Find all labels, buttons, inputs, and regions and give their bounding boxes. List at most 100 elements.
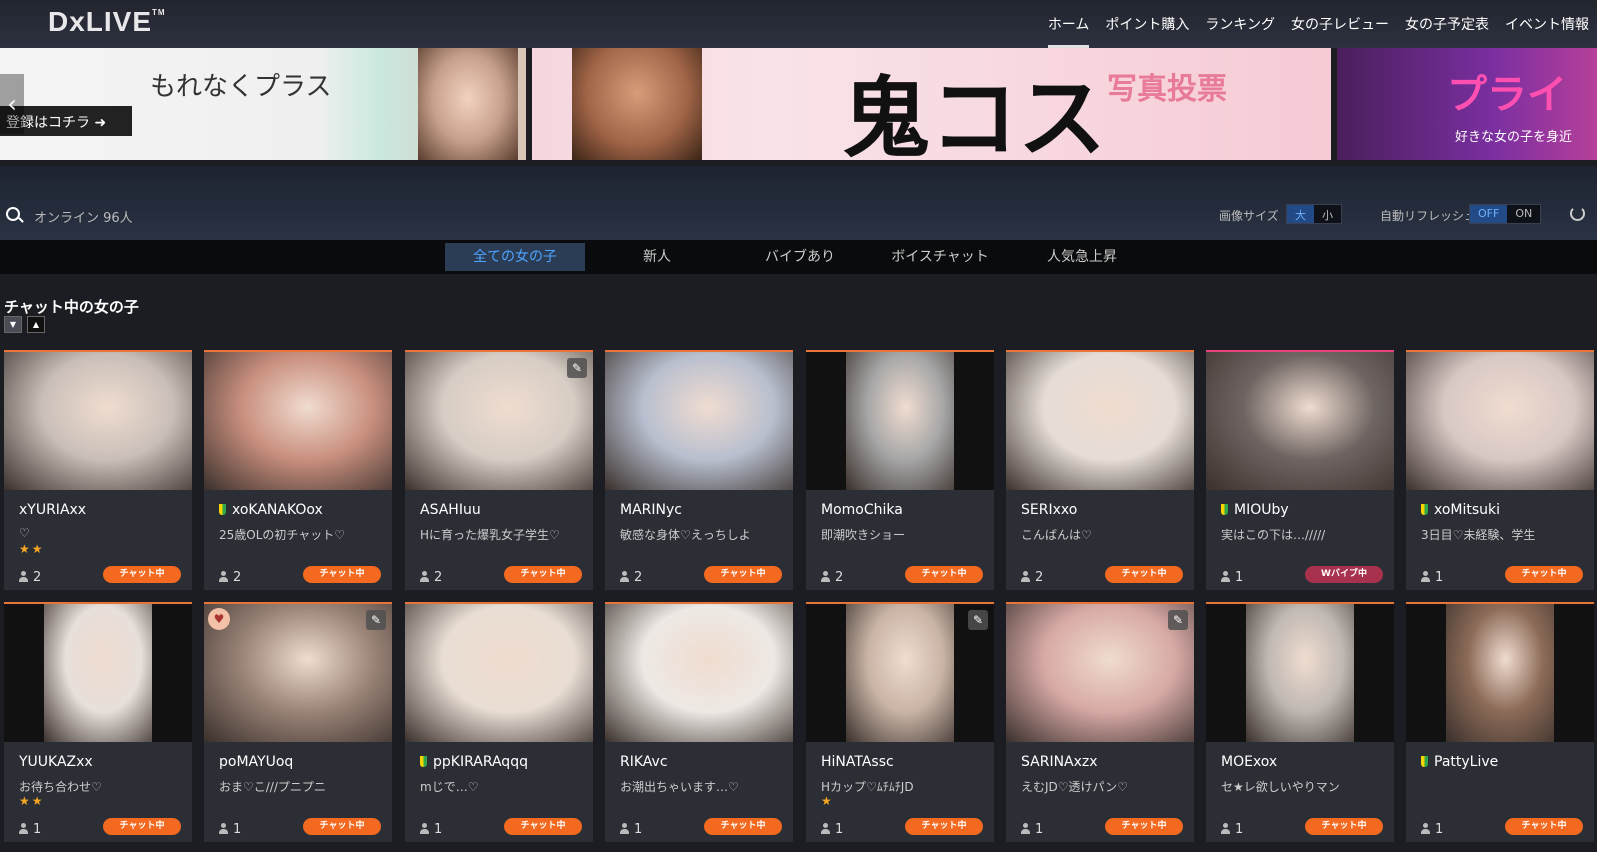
nav-ranking[interactable]: ランキング bbox=[1197, 0, 1283, 48]
performer-description: えむJD♡透けパン♡ bbox=[1021, 780, 1128, 794]
performer-name[interactable]: HiNATAssc bbox=[821, 754, 894, 770]
performer-description: 実はこの下は…///// bbox=[1221, 528, 1326, 542]
performer-description: セ★レ欲しいやりマン bbox=[1221, 780, 1340, 794]
performer-thumbnail[interactable] bbox=[605, 352, 793, 490]
performer-photo bbox=[405, 352, 593, 490]
performer-name[interactable]: SARINAxzx bbox=[1021, 754, 1098, 770]
tab-new[interactable]: 新人 bbox=[587, 243, 727, 271]
performer-name[interactable]: ASAHIuu bbox=[420, 502, 481, 518]
tab-all[interactable]: 全ての女の子 bbox=[445, 243, 585, 271]
performer-card[interactable]: xYURIAxx ♡ ★★ 2 チャット中 bbox=[4, 350, 192, 590]
sort-down-icon[interactable]: ▼ bbox=[4, 316, 22, 333]
nav-events[interactable]: イベント情報 bbox=[1497, 0, 1597, 48]
performer-thumbnail[interactable] bbox=[405, 604, 593, 742]
performer-name-text: PattyLive bbox=[1434, 754, 1499, 770]
auto-refresh-on[interactable]: ON bbox=[1507, 205, 1540, 223]
performer-name[interactable]: xYURIAxx bbox=[19, 502, 86, 518]
viewer-count-text: 1 bbox=[434, 822, 443, 837]
banner-signup[interactable]: もれなくプラス 登録はコチラ ➜ ‹ bbox=[0, 48, 526, 160]
performer-name[interactable]: MomoChika bbox=[821, 502, 903, 518]
performer-thumbnail[interactable] bbox=[1406, 604, 1594, 742]
performer-card[interactable]: ✎ SARINAxzx えむJD♡透けパン♡ 1 チャット中 bbox=[1006, 602, 1194, 842]
performer-card[interactable]: xoKANAKOox 25歳OLの初チャット♡ 2 チャット中 bbox=[204, 350, 392, 590]
performer-card[interactable]: xoMitsuki 3日目♡未経験、学生 1 チャット中 bbox=[1406, 350, 1594, 590]
viewer-count: 1 bbox=[1221, 570, 1243, 585]
performer-card[interactable]: YUUKAZxx お待ち合わせ♡ ★★ 1 チャット中 bbox=[4, 602, 192, 842]
viewer-count: 1 bbox=[219, 822, 241, 837]
person-icon bbox=[19, 823, 28, 834]
image-size-toggle[interactable]: 大 小 bbox=[1286, 204, 1342, 224]
performer-name[interactable]: MIOUby bbox=[1221, 502, 1289, 518]
performer-description: 3日目♡未経験、学生 bbox=[1421, 528, 1536, 542]
image-size-large[interactable]: 大 bbox=[1287, 205, 1314, 223]
performer-card[interactable]: MIOUby 実はこの下は…///// 1 Wバイブ中 bbox=[1206, 350, 1394, 590]
performer-card[interactable]: MomoChika 即潮吹きショー 2 チャット中 bbox=[806, 350, 994, 590]
sort-up-icon[interactable]: ▲ bbox=[27, 316, 45, 333]
performer-name[interactable]: xoKANAKOox bbox=[219, 502, 323, 518]
beginner-mark-icon bbox=[219, 504, 226, 515]
tab-voice-chat[interactable]: ボイスチャット bbox=[870, 243, 1010, 271]
performer-thumbnail[interactable] bbox=[1406, 352, 1594, 490]
performer-thumbnail[interactable] bbox=[4, 352, 192, 490]
nav-home[interactable]: ホーム bbox=[1040, 0, 1098, 48]
performer-thumbnail[interactable] bbox=[1206, 352, 1394, 490]
search-icon[interactable] bbox=[6, 207, 20, 221]
carousel-prev-icon[interactable]: ‹ bbox=[0, 74, 24, 134]
performer-card[interactable]: MOExox セ★レ欲しいやりマン 1 チャット中 bbox=[1206, 602, 1394, 842]
banner-signup-text: もれなくプラス bbox=[150, 72, 332, 102]
performer-thumbnail[interactable]: ✎ bbox=[806, 604, 994, 742]
performer-name[interactable]: xoMitsuki bbox=[1421, 502, 1500, 518]
refresh-icon[interactable] bbox=[1570, 206, 1585, 221]
viewer-count-text: 1 bbox=[1435, 822, 1444, 837]
nav-buy-points[interactable]: ポイント購入 bbox=[1097, 0, 1197, 48]
performer-card[interactable]: ppKIRARAqqq mじで…♡ 1 チャット中 bbox=[405, 602, 593, 842]
performer-name[interactable]: YUUKAZxx bbox=[19, 754, 93, 770]
performer-thumbnail[interactable]: ✎ ♥ bbox=[204, 604, 392, 742]
pen-icon: ✎ bbox=[567, 358, 587, 378]
performer-card[interactable]: SERIxxo こんばんは♡ 2 チャット中 bbox=[1006, 350, 1194, 590]
performer-thumbnail[interactable] bbox=[4, 604, 192, 742]
performer-photo bbox=[605, 604, 793, 742]
performer-thumbnail[interactable] bbox=[1206, 604, 1394, 742]
performer-card[interactable]: RIKAvc お潮出ちゃいます…♡ 1 チャット中 bbox=[605, 602, 793, 842]
performer-description: Hに育った爆乳女子学生♡ bbox=[420, 528, 560, 542]
performer-thumbnail[interactable] bbox=[605, 604, 793, 742]
performer-name-text: MOExox bbox=[1221, 754, 1278, 770]
performer-name[interactable]: poMAYUoq bbox=[219, 754, 293, 770]
beginner-mark-icon bbox=[1421, 756, 1428, 767]
performer-thumbnail[interactable] bbox=[1006, 352, 1194, 490]
image-size-small[interactable]: 小 bbox=[1314, 205, 1341, 223]
tab-vibe[interactable]: バイブあり bbox=[730, 243, 870, 271]
performer-name[interactable]: ppKIRARAqqq bbox=[420, 754, 528, 770]
performer-thumbnail[interactable] bbox=[806, 352, 994, 490]
viewer-count: 2 bbox=[620, 570, 642, 585]
performer-name[interactable]: SERIxxo bbox=[1021, 502, 1077, 518]
rating-stars: ★★ bbox=[19, 794, 45, 808]
performer-card[interactable]: ✎ ASAHIuu Hに育った爆乳女子学生♡ 2 チャット中 bbox=[405, 350, 593, 590]
nav-reviews[interactable]: 女の子レビュー bbox=[1283, 0, 1397, 48]
person-icon bbox=[19, 571, 28, 582]
performer-card[interactable]: MARINyc 敏感な身体♡えっちしよ 2 チャット中 bbox=[605, 350, 793, 590]
performer-name[interactable]: MOExox bbox=[1221, 754, 1277, 770]
person-icon bbox=[420, 571, 429, 582]
banner-private[interactable]: プライ 好きな女の子を身近 bbox=[1337, 48, 1597, 160]
site-logo[interactable]: DxLIVETM bbox=[48, 6, 166, 38]
auto-refresh-toggle[interactable]: OFF ON bbox=[1469, 204, 1542, 224]
performer-name[interactable]: PattyLive bbox=[1421, 754, 1498, 770]
performer-thumbnail[interactable]: ✎ bbox=[405, 352, 593, 490]
performer-card[interactable]: ✎ ♥ poMAYUoq おま♡こ///プニプニ 1 チャット中 bbox=[204, 602, 392, 842]
performer-thumbnail[interactable]: ✎ bbox=[1006, 604, 1194, 742]
performer-name[interactable]: RIKAvc bbox=[620, 754, 668, 770]
tab-trending[interactable]: 人気急上昇 bbox=[1012, 243, 1152, 271]
performer-card[interactable]: PattyLive 1 チャット中 bbox=[1406, 602, 1594, 842]
performer-name[interactable]: MARINyc bbox=[620, 502, 682, 518]
performer-thumbnail[interactable] bbox=[204, 352, 392, 490]
auto-refresh-off[interactable]: OFF bbox=[1470, 205, 1508, 223]
banner-cosplay-vote[interactable]: 鬼コス 写真投票 bbox=[532, 48, 1331, 160]
viewer-count-text: 2 bbox=[233, 570, 242, 585]
performer-card[interactable]: ✎ HiNATAssc Hカップ♡ﾑﾁﾑﾁJD ★ 1 チャット中 bbox=[806, 602, 994, 842]
nav-schedule[interactable]: 女の子予定表 bbox=[1397, 0, 1497, 48]
status-badge: チャット中 bbox=[1105, 566, 1183, 583]
status-badge: チャット中 bbox=[1305, 818, 1383, 835]
birthday-cake-icon: ♥ bbox=[208, 608, 230, 630]
